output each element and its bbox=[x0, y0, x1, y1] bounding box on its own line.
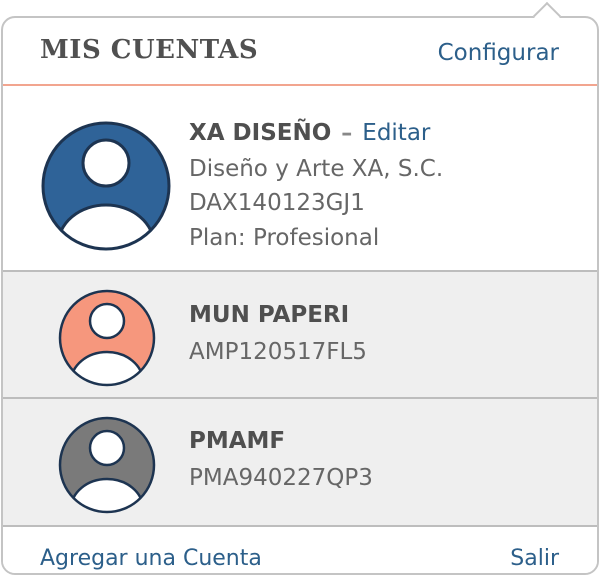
account-rfc: DAX140123GJ1 bbox=[189, 190, 365, 216]
account-item[interactable]: PMAMF PMA940227QP3 bbox=[3, 399, 597, 527]
user-avatar-icon bbox=[41, 121, 171, 251]
user-avatar-icon bbox=[58, 289, 156, 387]
add-account-link[interactable]: Agregar una Cuenta bbox=[40, 546, 262, 571]
edit-link[interactable]: Editar bbox=[362, 120, 430, 146]
account-company: Diseño y Arte XA, S.C. bbox=[189, 156, 444, 182]
account-name: MUN PAPERI bbox=[189, 302, 350, 328]
user-avatar-icon bbox=[58, 416, 156, 514]
account-name: XA DISEÑO bbox=[189, 120, 332, 146]
account-item-active[interactable]: XA DISEÑO – Editar Diseño y Arte XA, S.C. … bbox=[3, 86, 597, 272]
logout-link[interactable]: Salir bbox=[510, 546, 559, 571]
popover-header: MIS CUENTAS Configurar bbox=[3, 18, 597, 86]
separator: – bbox=[341, 121, 353, 146]
account-plan: Plan: Profesional bbox=[189, 225, 380, 251]
account-rfc: PMA940227QP3 bbox=[189, 465, 373, 491]
account-rfc: AMP120517FL5 bbox=[189, 339, 367, 365]
popover-footer: Agregar una Cuenta Salir bbox=[3, 527, 597, 573]
account-name: PMAMF bbox=[189, 428, 286, 454]
account-name-row: XA DISEÑO – Editar bbox=[189, 120, 430, 146]
popover-title: MIS CUENTAS bbox=[40, 35, 259, 65]
accounts-popover: MIS CUENTAS Configurar XA DISEÑO – Editar … bbox=[1, 16, 599, 575]
account-item[interactable]: MUN PAPERI AMP120517FL5 bbox=[3, 272, 597, 399]
configure-link[interactable]: Configurar bbox=[438, 40, 559, 66]
